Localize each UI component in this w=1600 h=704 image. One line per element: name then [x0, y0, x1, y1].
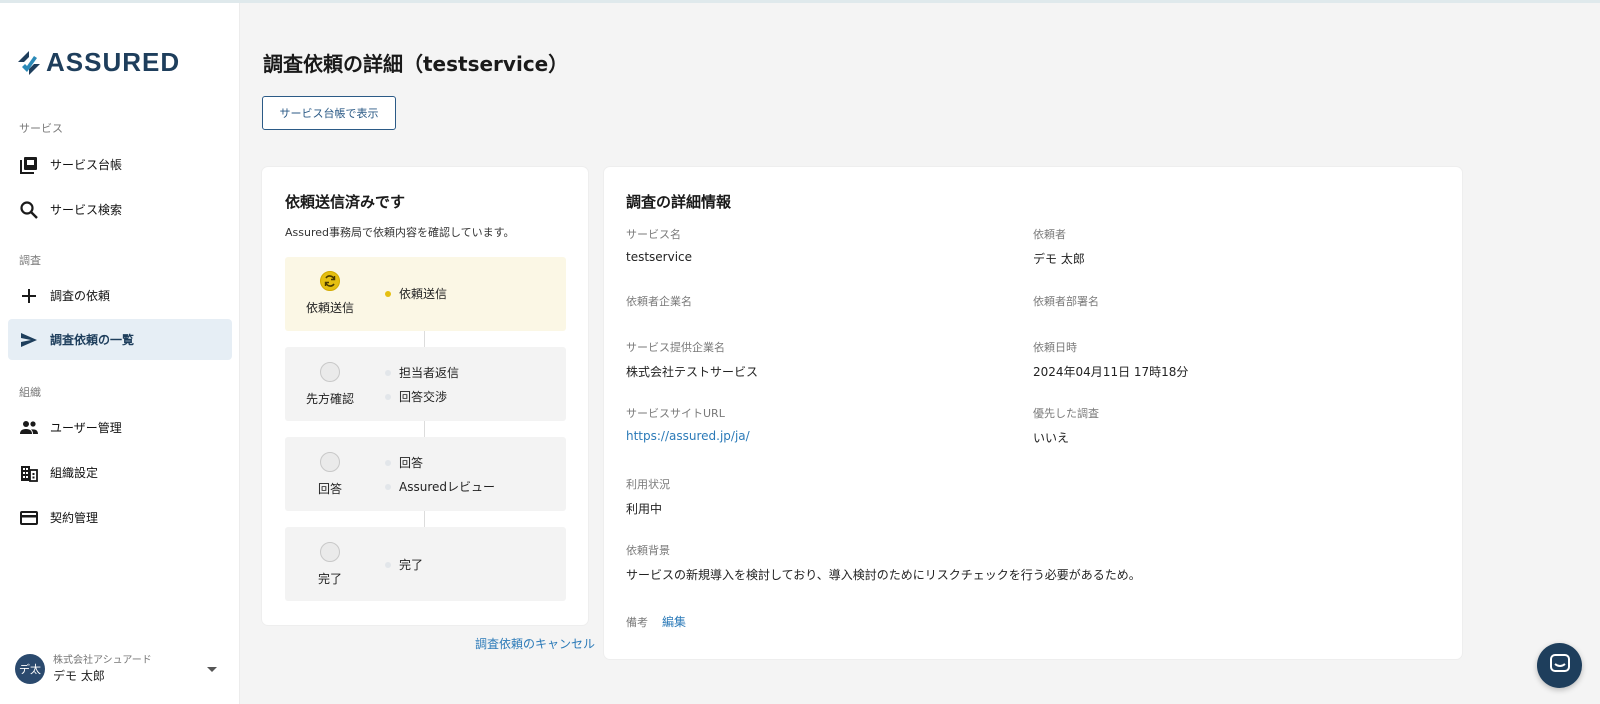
substep: 回答	[385, 454, 423, 471]
building-icon	[19, 463, 39, 483]
step-connector	[424, 421, 425, 437]
card-icon	[19, 508, 39, 528]
requester-label: 依頼者	[1033, 228, 1066, 241]
step-counterpart-confirm: 先方確認 担当者返信 回答交渉	[285, 347, 566, 421]
status-dot	[385, 459, 391, 466]
substep-label: 回答	[399, 456, 424, 470]
sidebar-item-label: 調査依頼の一覧	[50, 333, 135, 347]
sidebar-item-user-management[interactable]: ユーザー管理	[8, 407, 232, 448]
requester-value: デモ 太郎	[1033, 252, 1085, 266]
sidebar-item-label: 調査の依頼	[50, 289, 111, 303]
survey-details-card: 調査の詳細情報 サービス名 testservice 依頼者 デモ 太郎 依頼者企…	[604, 167, 1462, 659]
step-connector	[424, 511, 425, 527]
substep-label: 担当者返信	[399, 366, 460, 380]
status-dot	[385, 483, 391, 490]
plus-icon	[19, 286, 39, 306]
sidebar-item-request-survey[interactable]: 調査の依頼	[8, 275, 232, 316]
request-status-card: 依頼送信済みです Assured事務局で依頼内容を確認しています。 依頼送信 依…	[262, 167, 588, 625]
chat-button[interactable]	[1537, 643, 1582, 688]
sidebar-item-request-list[interactable]: 調査依頼の一覧	[8, 319, 232, 360]
nav-section-survey: 調査	[19, 254, 41, 267]
brand-logo[interactable]: ASSURED	[16, 47, 180, 78]
brand-name: ASSURED	[46, 47, 181, 77]
library-icon	[19, 155, 39, 175]
user-company: 株式会社アシュアード	[53, 654, 152, 666]
page-title: 調査依頼の詳細（testservice）	[263, 52, 569, 76]
status-dot	[385, 393, 391, 400]
requester-company-label: 依頼者企業名	[626, 295, 692, 308]
cancel-request-link[interactable]: 調査依頼のキャンセル	[475, 635, 595, 652]
step-complete: 完了 完了	[285, 527, 566, 601]
substep: Assuredレビュー	[385, 478, 495, 495]
step-request-sent: 依頼送信 依頼送信	[285, 257, 566, 331]
site-url-label: サービスサイトURL	[626, 407, 725, 420]
site-url-link[interactable]: https://assured.jp/ja/	[626, 429, 750, 443]
user-name: デモ 太郎	[53, 668, 105, 683]
sidebar-item-label: 契約管理	[50, 511, 99, 525]
nav-section-org: 組織	[19, 386, 41, 399]
request-date-label: 依頼日時	[1033, 341, 1077, 354]
sidebar-item-service-ledger[interactable]: サービス台帳	[8, 144, 232, 185]
details-title: 調査の詳細情報	[626, 193, 732, 211]
status-dot	[385, 369, 391, 376]
requester-dept-label: 依頼者部署名	[1033, 295, 1099, 308]
step-connector	[424, 331, 425, 347]
step-answer: 回答 回答 Assuredレビュー	[285, 437, 566, 511]
pending-circle-icon	[320, 452, 340, 472]
pending-circle-icon	[320, 362, 340, 382]
usage-label: 利用状況	[626, 478, 670, 491]
status-dot	[385, 290, 391, 297]
chat-icon	[1549, 653, 1571, 679]
search-icon	[19, 200, 39, 220]
assured-logo-icon	[16, 49, 42, 77]
pending-circle-icon	[320, 542, 340, 562]
request-date-value: 2024年04月11日 17時18分	[1033, 365, 1189, 379]
sidebar-item-label: サービス検索	[50, 203, 123, 217]
step-label: 依頼送信	[305, 301, 354, 315]
sidebar-item-org-settings[interactable]: 組織設定	[8, 452, 232, 493]
people-icon	[19, 418, 39, 438]
substep-label: Assuredレビュー	[399, 480, 495, 494]
background-label: 依頼背景	[626, 544, 670, 557]
usage-value: 利用中	[626, 502, 663, 516]
sidebar-item-label: 組織設定	[50, 466, 99, 480]
priority-label: 優先した調査	[1033, 407, 1099, 420]
substep: 完了	[385, 556, 423, 573]
service-name-label: サービス名	[626, 228, 681, 241]
edit-note-link[interactable]: 編集	[662, 613, 686, 630]
step-label: 先方確認	[305, 392, 354, 406]
sidebar-item-label: サービス台帳	[50, 158, 123, 172]
step-label: 完了	[317, 572, 342, 586]
sidebar-item-contract-management[interactable]: 契約管理	[8, 497, 232, 538]
view-in-service-ledger-button[interactable]: サービス台帳で表示	[262, 96, 396, 130]
nav-section-service: サービス	[19, 122, 63, 135]
sidebar-item-service-search[interactable]: サービス検索	[8, 189, 232, 230]
substep-label: 回答交渉	[399, 390, 448, 404]
status-dot	[385, 561, 391, 568]
substep-label: 完了	[399, 558, 424, 572]
status-subtitle: Assured事務局で依頼内容を確認しています。	[285, 226, 515, 239]
substep: 依頼送信	[385, 285, 447, 302]
sidebar: ASSURED サービス サービス台帳 サービス検索 調査 調査の依頼 調査依頼…	[0, 3, 240, 704]
substep-label: 依頼送信	[399, 287, 448, 301]
provider-value: 株式会社テストサービス	[626, 365, 759, 379]
sync-icon	[320, 271, 340, 291]
step-label: 回答	[317, 482, 342, 496]
sidebar-item-label: ユーザー管理	[50, 421, 122, 435]
user-info: 株式会社アシュアード デモ 太郎	[53, 654, 207, 685]
caret-down-icon[interactable]	[207, 666, 217, 672]
substep: 回答交渉	[385, 388, 447, 405]
priority-value: いいえ	[1033, 431, 1070, 445]
provider-label: サービス提供企業名	[626, 341, 725, 354]
service-name-value: testservice	[626, 250, 693, 264]
substep: 担当者返信	[385, 364, 459, 381]
send-icon	[19, 330, 39, 350]
status-title: 依頼送信済みです	[285, 193, 406, 211]
avatar: デ太	[15, 654, 45, 684]
user-menu[interactable]: デ太 株式会社アシュアード デモ 太郎	[15, 651, 225, 687]
background-value: サービスの新規導入を検討しており、導入検討のためにリスクチェックを行う必要がある…	[626, 568, 1141, 582]
note-label: 備考	[626, 616, 648, 629]
